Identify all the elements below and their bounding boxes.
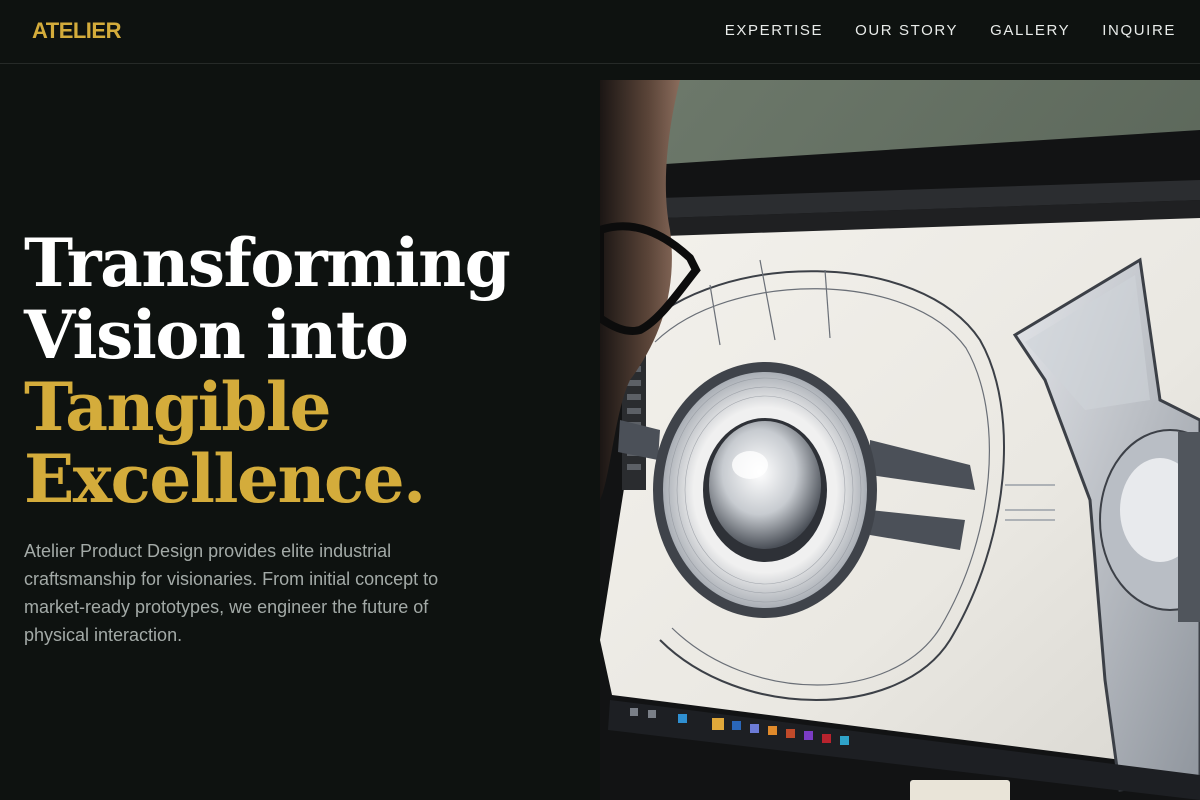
main-nav: EXPERTISE OUR STORY GALLERY INQUIRE xyxy=(725,22,1176,39)
nav-link-gallery[interactable]: GALLERY xyxy=(990,22,1070,39)
hero-image xyxy=(600,80,1200,800)
nav-link-our-story[interactable]: OUR STORY xyxy=(855,22,958,39)
hero-title-line-1: Transforming xyxy=(24,224,511,302)
hero-title-line-2: Vision into xyxy=(24,296,409,374)
nav-link-inquire[interactable]: INQUIRE xyxy=(1102,22,1176,39)
site-header: ATELIER EXPERTISE OUR STORY GALLERY INQU… xyxy=(0,0,1200,64)
hero-description: Atelier Product Design provides elite in… xyxy=(24,541,439,645)
nav-link-expertise[interactable]: EXPERTISE xyxy=(725,22,823,39)
hero-title: Transforming Vision into Tangible Excell… xyxy=(24,227,584,515)
hero-title-line-3: Tangible xyxy=(24,368,331,446)
brand-logo[interactable]: ATELIER xyxy=(32,18,121,44)
cad-monitor-illustration xyxy=(600,80,1200,800)
hero-title-line-4: Excellence. xyxy=(24,440,426,518)
